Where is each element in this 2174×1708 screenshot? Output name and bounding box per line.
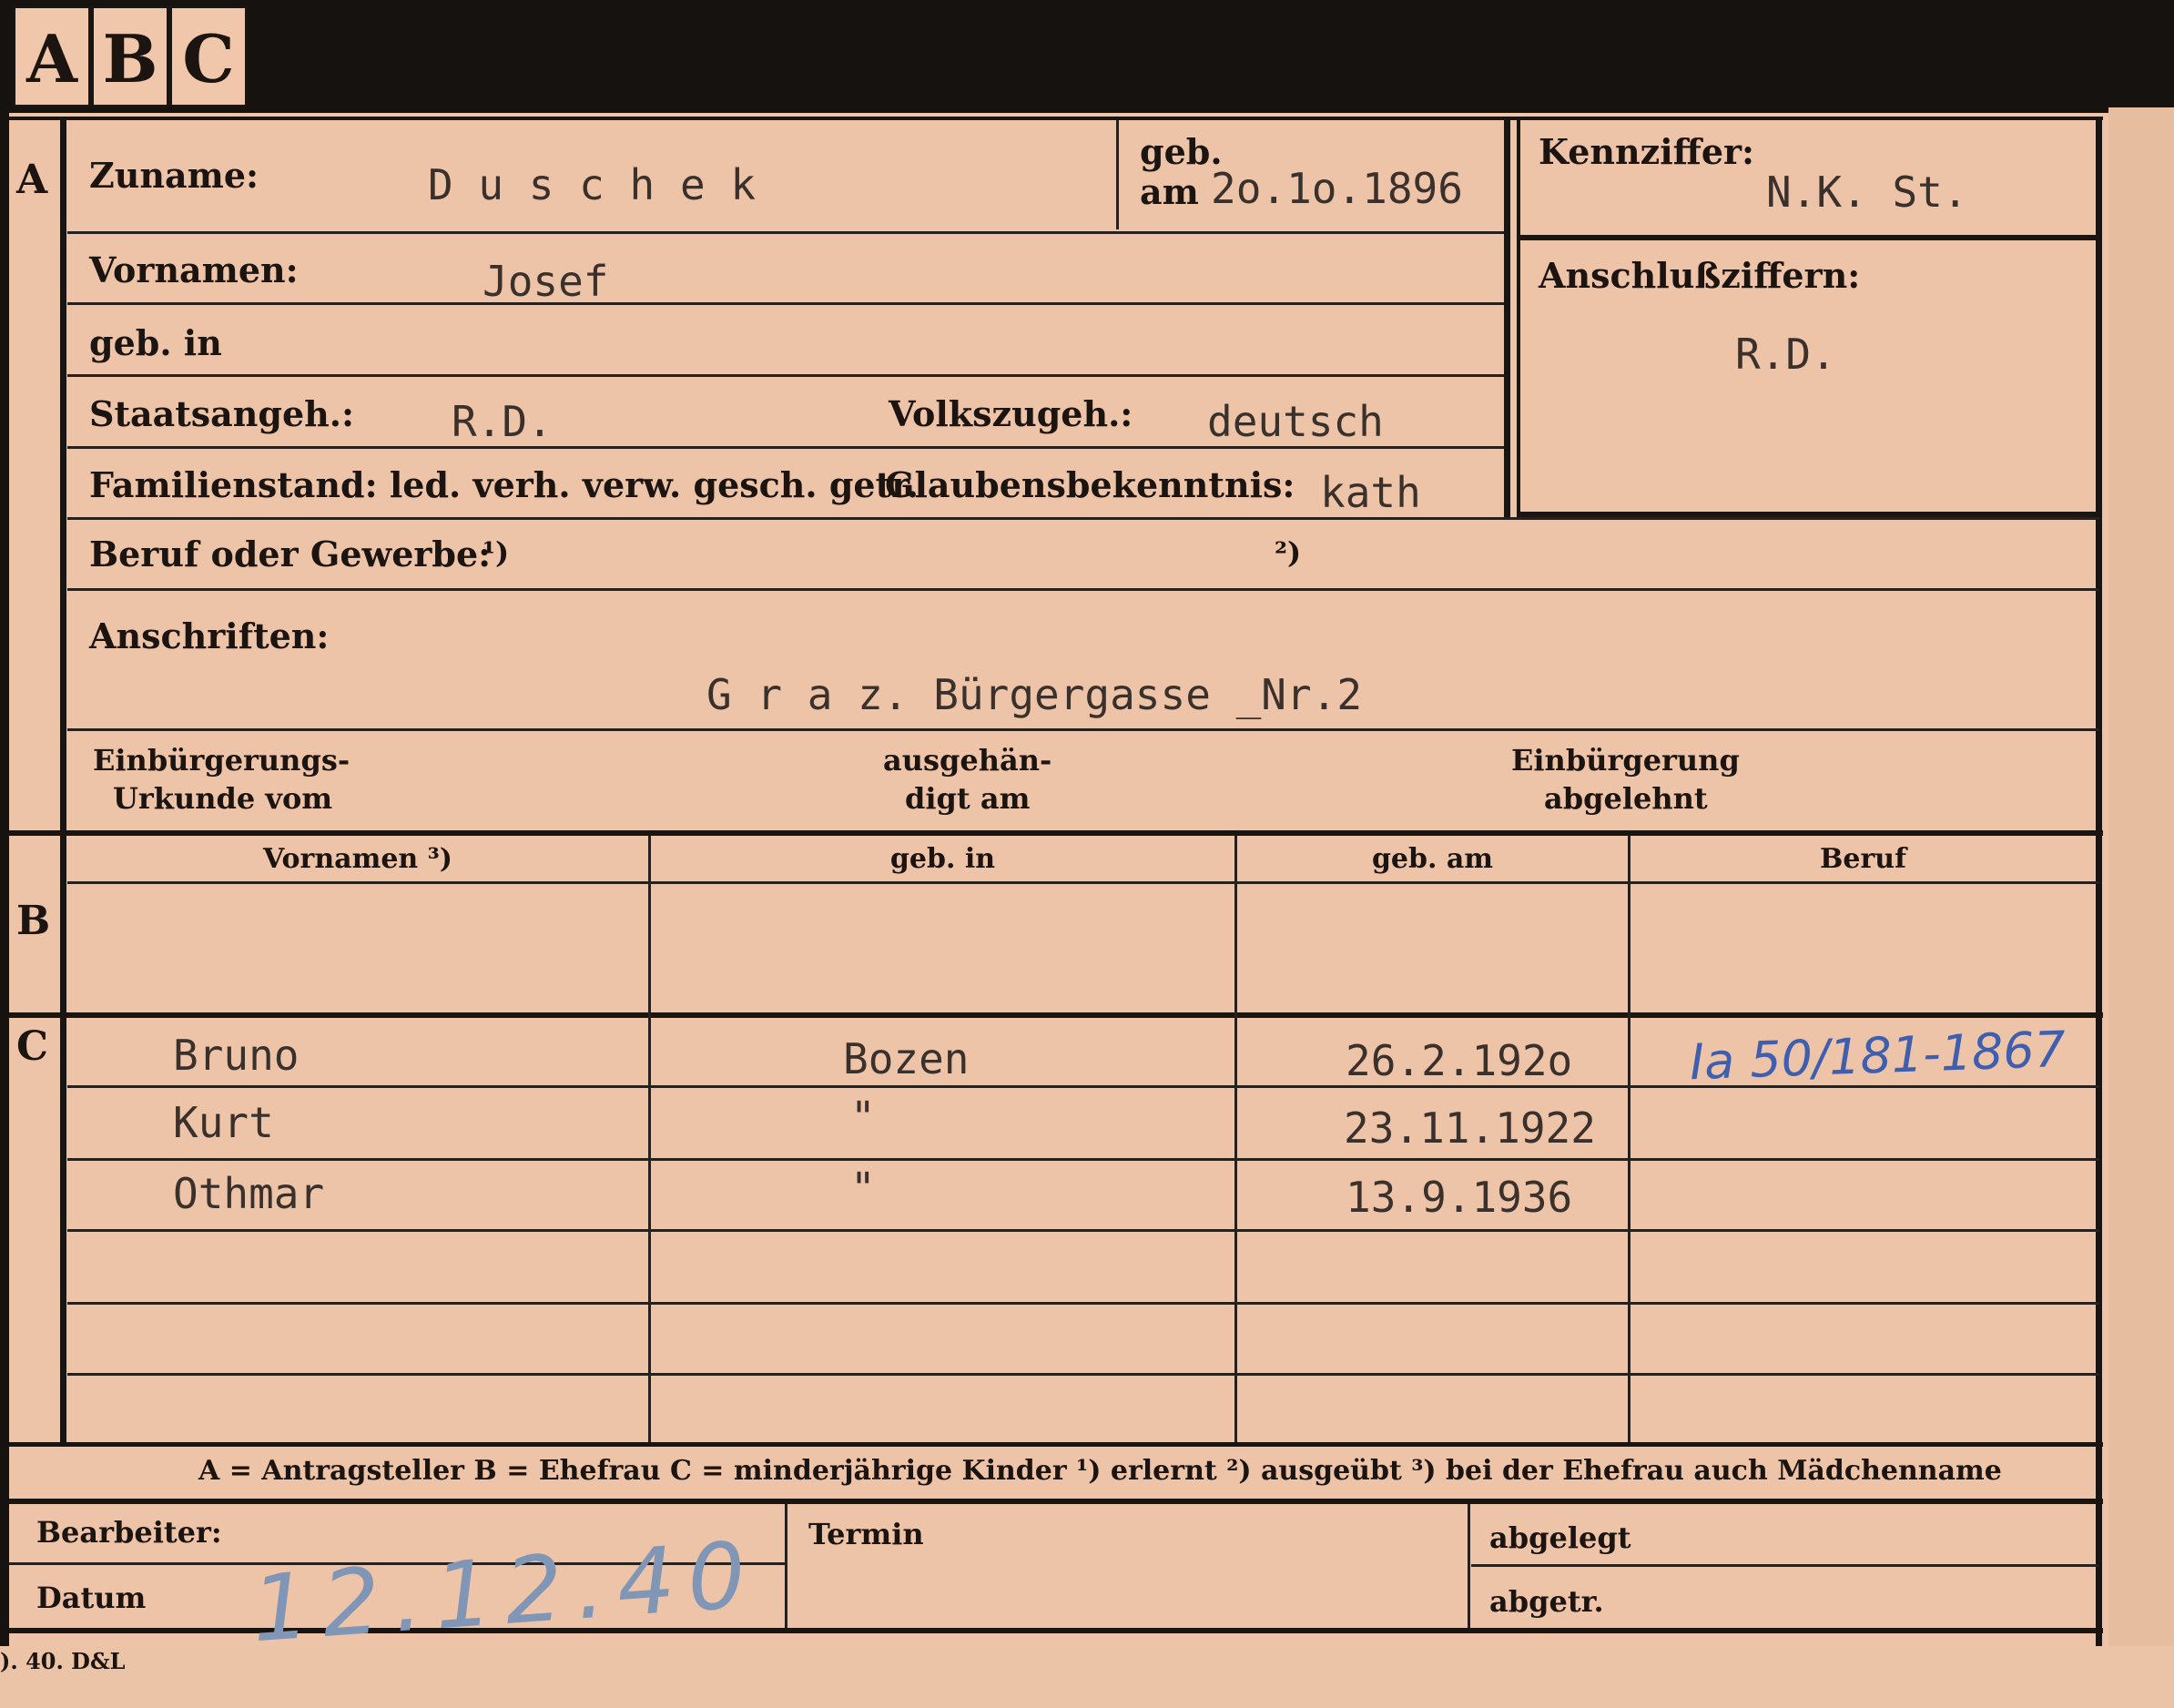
footer-divider (1468, 1504, 1470, 1630)
col-header-geb-in: geb. in (889, 843, 996, 875)
legend-top (9, 1442, 2103, 1447)
child-date: 13.9.1936 (1346, 1173, 1573, 1222)
volkszugeh-label: Volkszugeh.: (889, 393, 1133, 434)
col-header-vornamen: Vornamen ³) (262, 843, 452, 875)
geb-divider (1116, 120, 1119, 229)
imprint: ). 40. D&L (0, 1648, 126, 1674)
bearbeiter-label: Bearbeiter: (36, 1515, 222, 1550)
row-line (67, 231, 1504, 234)
volkszugeh-value: deutsch (1207, 397, 1384, 446)
child-name: Kurt (173, 1098, 274, 1147)
ausgehaendigt-line1: ausgehän- (883, 743, 1052, 778)
geb-label: geb. (1140, 131, 1223, 172)
einbuergerung-urkunde-line1: Einbürgerungs- (93, 743, 350, 778)
section-b-top (9, 830, 2103, 836)
col-divider (1234, 836, 1237, 1446)
col-header-geb-am: geb. am (1371, 843, 1494, 875)
geb-am-label: am (1140, 171, 1199, 212)
row-line (67, 302, 1504, 305)
beruf-label: Beruf oder Gewerbe: (89, 534, 492, 574)
staatsangeh-value: R.D. (452, 397, 553, 446)
glaubens-value: kath (1320, 468, 1421, 517)
row-line (67, 1158, 2099, 1161)
vornamen-value: Josef (483, 257, 609, 306)
row-line (67, 588, 2099, 591)
familienstand-label: Familienstand: led. verh. verw. gesch. g… (89, 464, 919, 505)
footer-top (9, 1499, 2103, 1504)
section-c-marker: C (16, 1023, 49, 1070)
top-frame-line (9, 117, 2103, 120)
legend-text: A = Antragsteller B = Ehefrau C = minder… (198, 1455, 2002, 1487)
footer-row-line (1471, 1564, 2099, 1567)
row-line (67, 1229, 2099, 1232)
left-frame-line (60, 117, 66, 1446)
row-line (67, 1373, 2099, 1376)
zuname-label: Zuname: (89, 155, 259, 196)
section-a-marker: A (16, 157, 48, 203)
child-place: " (850, 1093, 876, 1142)
col-header-beruf: Beruf (1820, 843, 1906, 875)
row-line (67, 374, 1504, 377)
anschlussziffern-label: Anschlußziffern: (1539, 255, 1861, 296)
staatsangeh-label: Staatsangeh.: (89, 393, 355, 434)
einbuergerung-abgelehnt-line2: abgelehnt (1544, 781, 1708, 816)
datum-label: Datum (36, 1581, 147, 1615)
kennziffer-box-left (1504, 118, 1510, 519)
beruf-note-1: ¹) (483, 535, 510, 570)
child-name: Othmar (173, 1169, 325, 1218)
termin-label: Termin (808, 1517, 924, 1551)
footer-divider (785, 1504, 787, 1630)
child-name: Bruno (173, 1031, 300, 1080)
child-date: 23.11.1922 (1344, 1103, 1596, 1153)
anschlussziffern-value: R.D. (1735, 330, 1836, 379)
child-date: 26.2.192o (1346, 1036, 1573, 1085)
kennziffer-label: Kennziffer: (1539, 131, 1755, 172)
einbuergerung-urkunde-line2: Urkunde vom (113, 781, 333, 816)
vornamen-label: Vornamen: (89, 249, 299, 290)
abgetr-label: abgetr. (1489, 1584, 1604, 1619)
ausgehaendigt-line2: digt am (905, 781, 1031, 816)
abgelegt-label: abgelegt (1489, 1520, 1631, 1555)
tab-c[interactable]: C (169, 5, 248, 107)
section-b-marker: B (16, 898, 51, 944)
row-line (67, 881, 2099, 884)
anschriften-label: Anschriften: (89, 615, 330, 656)
zuname-value: D u s c h e k (428, 160, 757, 209)
anschriften-value: G r a z. Bürgergasse _Nr.2 (706, 670, 1363, 719)
glaubens-label: Glaubensbekenntnis: (885, 464, 1295, 505)
section-c-top (9, 1012, 2103, 1018)
kennziffer-box-divider (1517, 235, 2099, 240)
row-line (67, 517, 2099, 520)
child-place: Bozen (843, 1034, 970, 1083)
card-edge (2108, 107, 2174, 1708)
kennziffer-value: N.K. St. (1766, 168, 1968, 217)
geb-in-label: geb. in (89, 322, 222, 363)
beruf-note-2: ²) (1275, 535, 1302, 570)
child-place: " (850, 1164, 876, 1213)
row-line (67, 446, 1504, 449)
col-divider (648, 836, 651, 1446)
geb-am-value: 2o.1o.1896 (1211, 164, 1463, 213)
row-line (67, 1302, 2099, 1305)
tab-b[interactable]: B (91, 5, 169, 107)
row-line (67, 728, 2099, 731)
kennziffer-box-left-inner (1517, 118, 1520, 519)
col-divider (1628, 836, 1630, 1446)
einbuergerung-abgelehnt-line1: Einbürgerung (1511, 743, 1740, 778)
tab-a[interactable]: A (13, 5, 91, 107)
